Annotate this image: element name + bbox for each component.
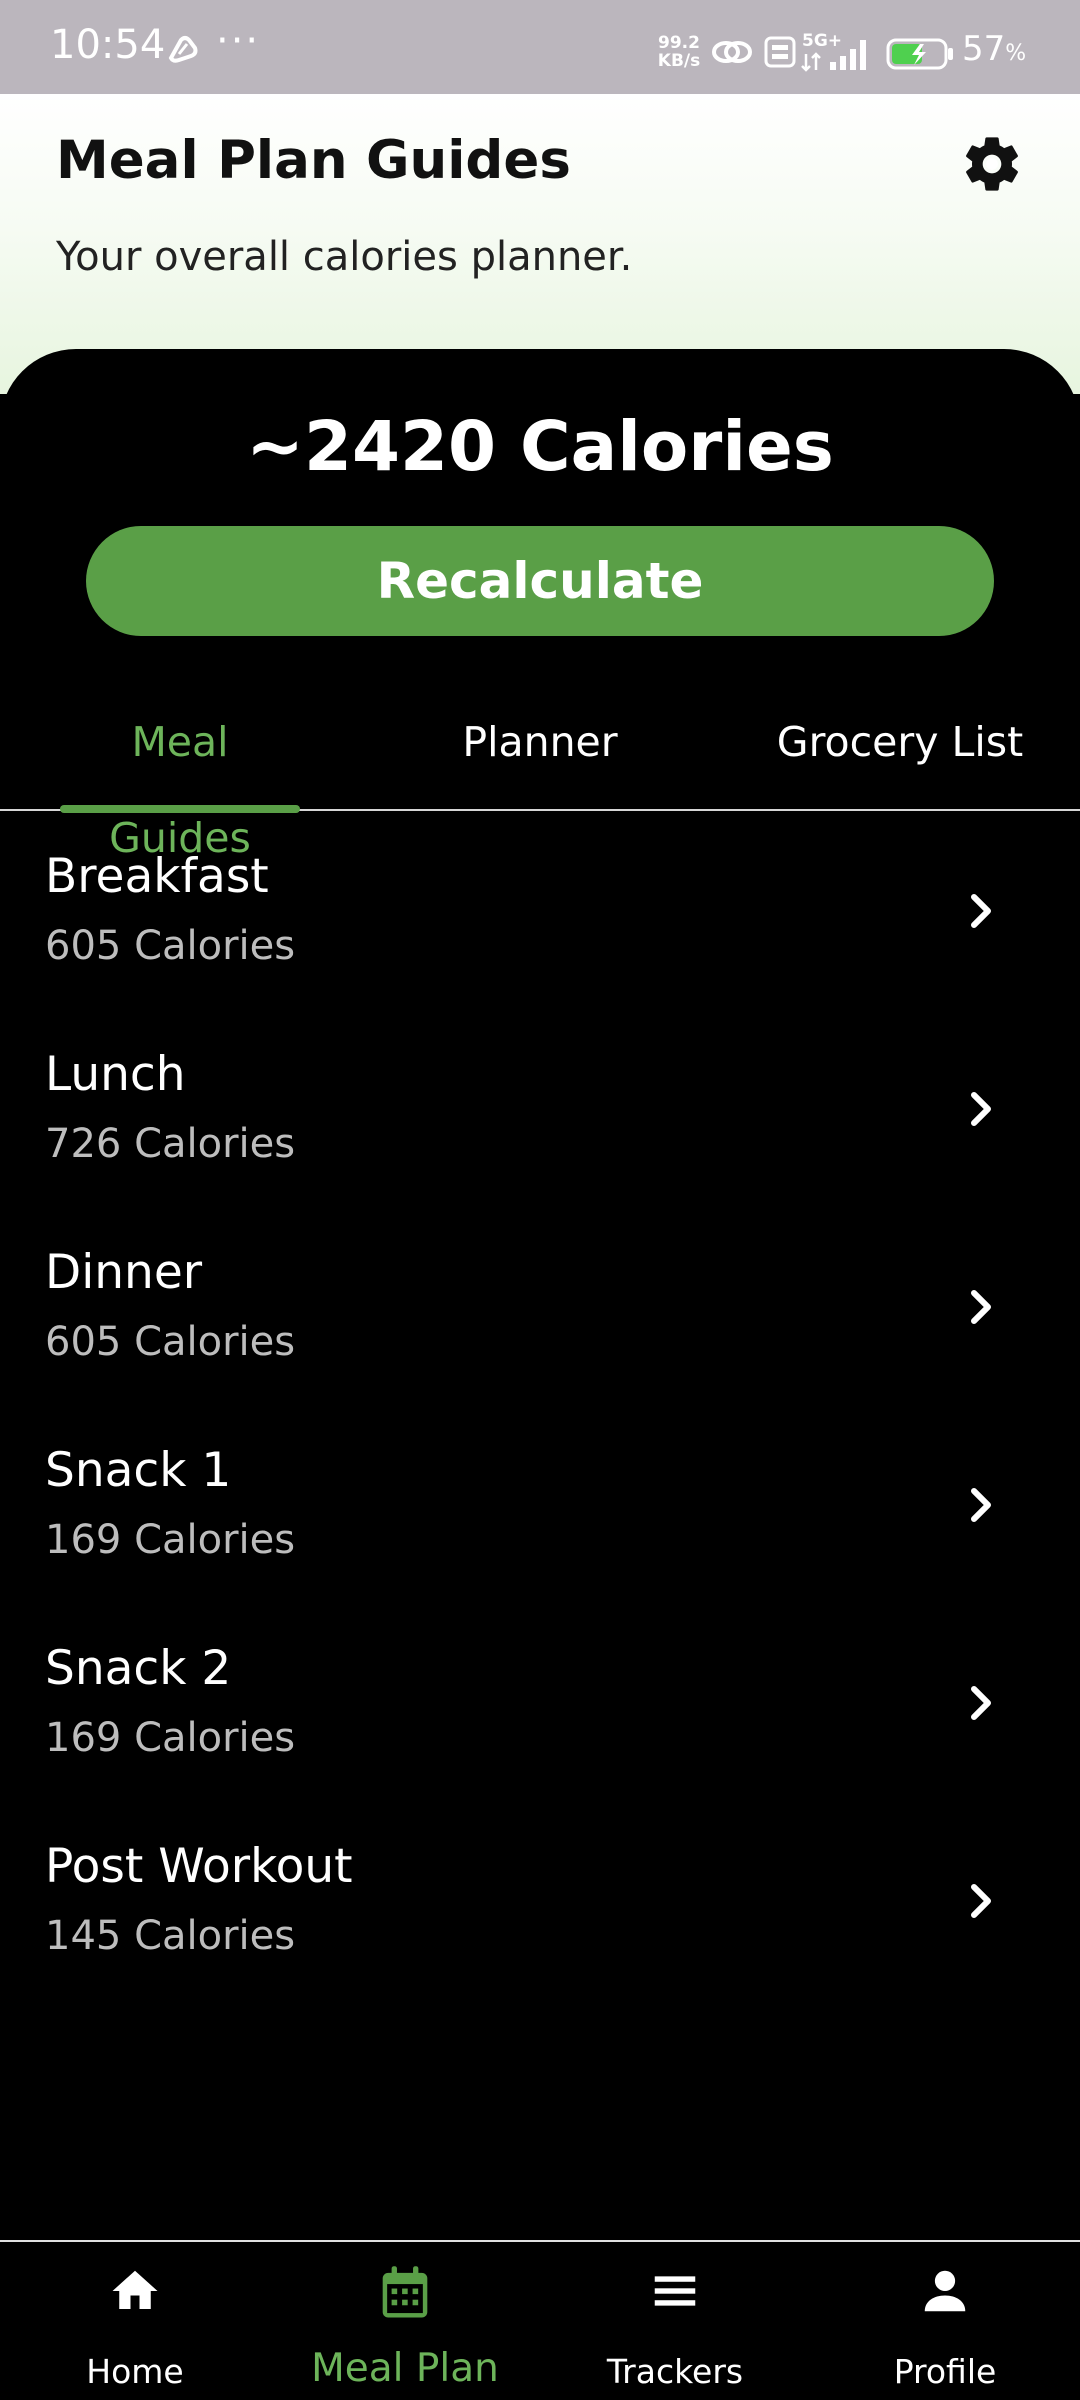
battery-percent: 57% [962,29,1027,69]
page-title: Meal Plan Guides [56,130,571,191]
meal-calories: 169 Calories [45,1517,296,1563]
chevron-right-icon [971,1884,991,1918]
tab-planner[interactable]: Planner [420,694,660,811]
hotspot-link-icon [710,37,754,71]
person-icon [924,2270,966,2312]
chevron-right-icon [971,1488,991,1522]
bottom-navigation: Home Meal Plan Trackers Profile [0,2240,1080,2400]
signal-icon: 5G+ [800,30,876,76]
total-calories: ~2420 Calories [246,407,834,487]
battery-icon [886,38,956,74]
calendar-icon [382,2266,428,2318]
volte-icon [764,36,796,72]
active-tab-indicator [60,805,300,813]
meal-list: Breakfast 605 Calories Lunch 726 Calorie… [0,813,1080,2001]
app-notification-icon [165,34,201,68]
tab-bar: Meal Guides Planner Grocery List [0,694,1080,862]
meal-name: Dinner [45,1245,203,1300]
calories-panel: ~2420 Calories Recalculate Meal Guides P… [0,349,1080,2240]
nav-trackers-label: Trackers [606,2352,744,2391]
status-more-dots: ··· [216,18,261,64]
nav-meal-plan[interactable]: Meal Plan [270,2242,540,2400]
settings-button[interactable] [960,132,1024,196]
nav-home-label: Home [86,2352,184,2391]
menu-icon [654,2276,696,2306]
meal-item-lunch[interactable]: Lunch 726 Calories [0,1011,1080,1209]
meal-item-breakfast[interactable]: Breakfast 605 Calories [0,813,1080,1011]
meal-calories: 605 Calories [45,1319,296,1365]
nav-profile[interactable]: Profile [810,2242,1080,2400]
page-subtitle: Your overall calories planner. [56,234,633,280]
network-speed: 99.2 KB/s [657,33,701,71]
chevron-right-icon [971,894,991,928]
gear-icon [966,137,1018,191]
meal-name: Post Workout [45,1839,353,1894]
tab-meal-guides[interactable]: Meal Guides [60,694,300,862]
meal-calories: 169 Calories [45,1715,296,1761]
meal-calories: 605 Calories [45,923,296,969]
meal-name: Lunch [45,1047,186,1102]
nav-profile-label: Profile [893,2352,997,2391]
chevron-right-icon [971,1686,991,1720]
meal-item-snack-1[interactable]: Snack 1 169 Calories [0,1407,1080,1605]
nav-trackers[interactable]: Trackers [540,2242,810,2400]
meal-calories: 726 Calories [45,1121,296,1167]
nav-meal-plan-label: Meal Plan [311,2346,499,2391]
recalculate-button[interactable]: Recalculate [86,526,994,636]
meal-item-dinner[interactable]: Dinner 605 Calories [0,1209,1080,1407]
meal-name: Breakfast [45,849,269,904]
meal-item-post-workout[interactable]: Post Workout 145 Calories [0,1803,1080,2001]
chevron-right-icon [971,1290,991,1324]
tab-grocery-list[interactable]: Grocery List [760,694,1040,811]
meal-item-snack-2[interactable]: Snack 2 169 Calories [0,1605,1080,1803]
status-time: 10:54 [50,22,166,68]
home-icon [112,2270,158,2309]
meal-name: Snack 2 [45,1641,232,1696]
status-bar: 10:54 ··· 99.2 KB/s 5G+ 57% [0,0,1080,94]
svg-text:5G+: 5G+ [802,31,842,51]
meal-calories: 145 Calories [45,1913,296,1959]
chevron-right-icon [971,1092,991,1126]
meal-name: Snack 1 [45,1443,232,1498]
nav-home[interactable]: Home [0,2242,270,2400]
